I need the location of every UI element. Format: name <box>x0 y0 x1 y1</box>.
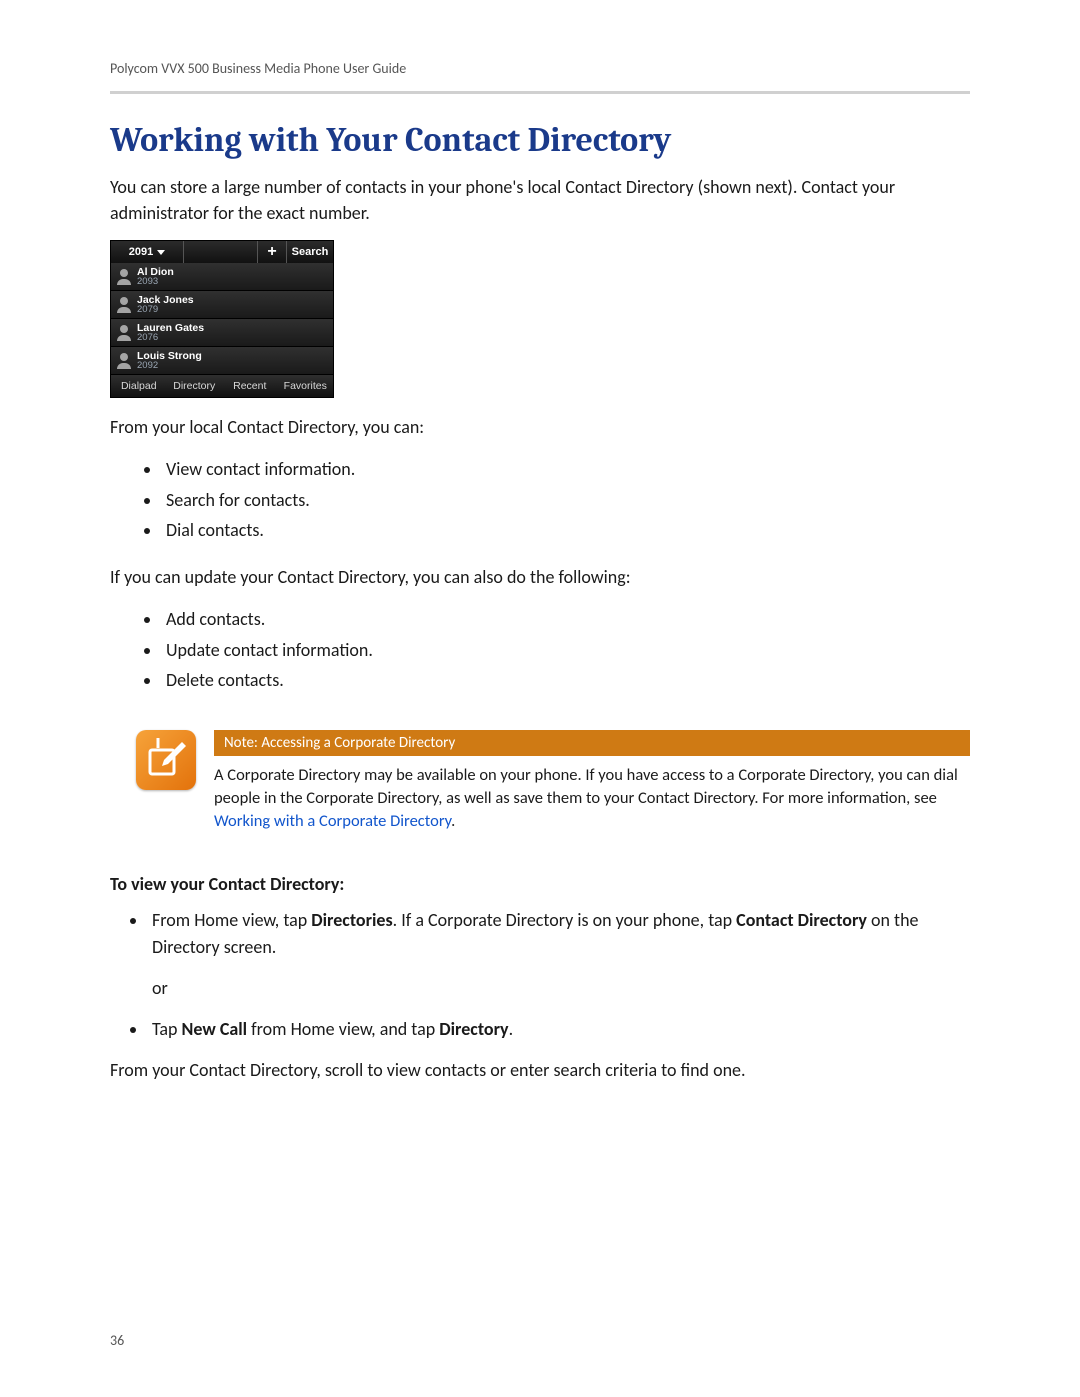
person-icon <box>117 353 131 369</box>
person-icon <box>117 325 131 341</box>
list-item: From Home view, tap Directories. If a Co… <box>148 907 970 1002</box>
phone-contact-row: Jack Jones2079 <box>111 291 333 319</box>
note-title: Note: Accessing a Corporate Directory <box>214 730 970 756</box>
phone-extension: 2091 <box>129 246 153 258</box>
phone-contact-row: Al Dion2093 <box>111 263 333 291</box>
closing-paragraph: From your Contact Directory, scroll to v… <box>110 1057 970 1083</box>
contact-ext: 2079 <box>137 305 194 315</box>
person-icon <box>117 269 131 285</box>
bullet-list: View contact information.Search for cont… <box>110 454 970 546</box>
phone-extension-dropdown: 2091 <box>111 241 184 263</box>
bullet-list: Add contacts.Update contact information.… <box>110 604 970 696</box>
note-icon <box>136 730 196 790</box>
header-divider <box>110 91 970 94</box>
step-list: From Home view, tap Directories. If a Co… <box>110 907 970 1043</box>
phone-contact-row: Lauren Gates2076 <box>111 319 333 347</box>
list-item: View contact information. <box>162 454 970 485</box>
note-text-span: . <box>451 811 455 831</box>
phone-search-button: Search <box>287 241 333 263</box>
page-number: 36 <box>110 1332 124 1349</box>
subheading: To view your Contact Directory: <box>110 873 970 895</box>
intro-paragraph: You can store a large number of contacts… <box>110 174 970 226</box>
chevron-down-icon <box>157 250 165 255</box>
list-item: Dial contacts. <box>162 515 970 546</box>
phone-status-area <box>184 241 258 263</box>
list-item: Delete contacts. <box>162 665 970 696</box>
note-text: A Corporate Directory may be available o… <box>214 764 970 833</box>
paragraph: If you can update your Contact Directory… <box>110 564 970 590</box>
phone-tab: Favorites <box>278 375 334 397</box>
person-icon <box>117 297 131 313</box>
phone-contact-row: Louis Strong2092 <box>111 347 333 375</box>
contact-ext: 2093 <box>137 277 174 287</box>
or-text: or <box>152 975 970 1002</box>
paragraph: From your local Contact Directory, you c… <box>110 414 970 440</box>
list-item: Add contacts. <box>162 604 970 635</box>
phone-screenshot: 2091 + Search Al Dion2093Jack Jones2079L… <box>110 240 334 398</box>
phone-tab: Directory <box>167 375 223 397</box>
document-header: Polycom VVX 500 Business Media Phone Use… <box>110 60 970 87</box>
section-title: Working with Your Contact Directory <box>110 120 970 160</box>
contact-ext: 2076 <box>137 333 204 343</box>
list-item: Update contact information. <box>162 635 970 666</box>
note-link[interactable]: Working with a Corporate Directory <box>214 811 451 831</box>
contact-ext: 2092 <box>137 361 202 371</box>
list-item: Tap New Call from Home view, and tap Dir… <box>148 1016 970 1043</box>
phone-tab: Recent <box>222 375 278 397</box>
phone-tab: Dialpad <box>111 375 167 397</box>
note-text-span: A Corporate Directory may be available o… <box>214 765 958 808</box>
phone-add-button: + <box>258 241 287 263</box>
list-item: Search for contacts. <box>162 485 970 516</box>
